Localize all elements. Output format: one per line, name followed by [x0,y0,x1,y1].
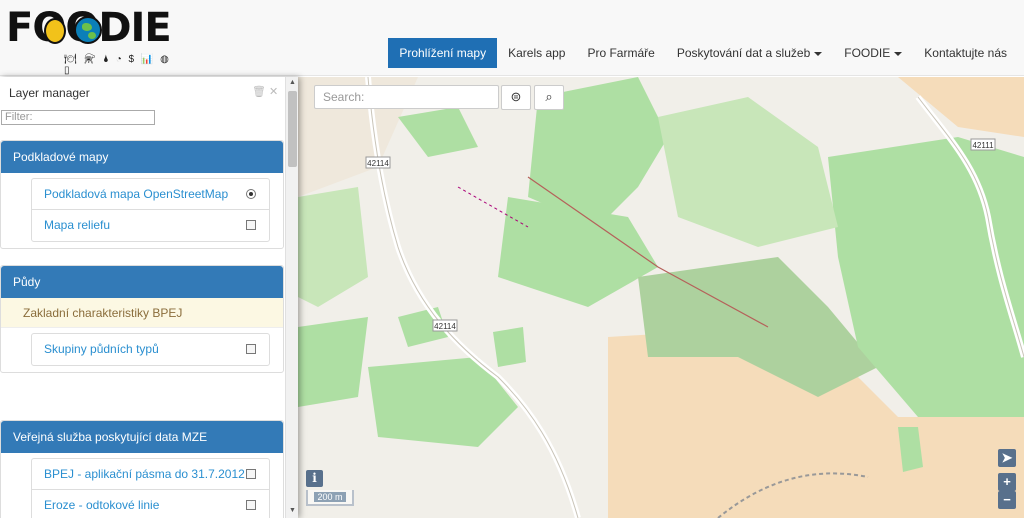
foodie-logo[interactable]: FOODIE 🍽 ⚗ 🌢 ◔ $ 📊 ◍ ▯ [6,6,172,76]
search-options-icon[interactable]: ⊜ [501,85,531,110]
top-navbar: FOODIE 🍽 ⚗ 🌢 ◔ $ 📊 ◍ ▯ Prohlížení mapy K… [0,0,1024,76]
group-heading[interactable]: Veřejná služba poskytující data MZE [1,421,283,453]
vineyard-area [398,107,478,157]
group-subheading[interactable]: Zakladní charakteristiky BPEJ [1,298,283,328]
scale-label: 200 m [314,492,346,502]
layer-item-osm[interactable]: Podkladová mapa OpenStreetMap [32,179,269,210]
layer-group-soils: Půdy Zakladní charakteristiky BPEJ Skupi… [0,265,284,373]
scroll-up-icon[interactable]: ▲ [289,79,296,86]
vineyard-area [498,197,658,307]
map-search-input[interactable]: Search: [314,85,499,109]
vineyard-area [368,357,518,447]
layer-checkbox[interactable] [246,500,256,510]
search-icon[interactable]: ⌕ [534,85,564,110]
layer-list: BPEJ - aplikační pásma do 31.7.2012 Eroz… [31,458,270,518]
main-nav: Prohlížení mapy Karels app Pro Farmáře P… [388,38,1018,68]
nav-item-data-services[interactable]: Poskytování dat a služeb [666,38,833,68]
vineyard-area [493,327,526,367]
layer-radio[interactable] [246,189,256,199]
layer-list: Skupiny půdních typů [31,333,270,366]
layer-manager-panel: Layer manager 🗑 ✕ Filter: Podkladové map… [0,77,298,518]
layer-panel-scrollbar[interactable]: ▲ ▼ [285,77,298,518]
layer-checkbox[interactable] [246,469,256,479]
vineyard-area [658,97,838,247]
layer-group-basemaps: Podkladové mapy Podkladová mapa OpenStre… [0,140,284,249]
caret-down-icon [894,51,903,56]
zoom-out-button[interactable]: − [998,491,1016,509]
layer-list: Podkladová mapa OpenStreetMap Mapa relie… [31,178,270,242]
map-canvas[interactable]: 42114 42114 42111 Search: ⊜ ⌕ ➤ + − i 20… [298,77,1024,518]
locate-icon[interactable]: ➤ [998,449,1016,467]
scroll-down-icon[interactable]: ▼ [289,507,296,514]
vineyard-area [298,317,368,407]
trash-icon[interactable]: 🗑 [252,86,266,98]
close-icon[interactable]: ✕ [269,86,278,98]
group-heading[interactable]: Půdy [1,266,283,298]
layer-label: Skupiny půdních typů [44,342,159,356]
layer-manager-tools: 🗑 ✕ [252,85,278,98]
nav-item-karels-app[interactable]: Karels app [497,38,576,68]
scale-bar: 200 m [306,490,354,506]
zoom-in-button[interactable]: + [998,473,1016,491]
group-heading[interactable]: Podkladové mapy [1,141,283,173]
caret-down-icon [814,51,823,56]
layer-label: Mapa reliefu [44,218,111,232]
layer-label: Podkladová mapa OpenStreetMap [44,187,229,201]
layer-filter-input[interactable]: Filter: [1,110,155,125]
layer-item-erosion-lines[interactable]: Eroze - odtokové linie [32,490,269,518]
nav-item-foodie-label: FOODIE [844,46,891,60]
globe-icon [74,16,102,44]
layer-group-mze-service: Veřejná služba poskytující data MZE BPEJ… [0,420,284,518]
layer-manager-title: Layer manager [9,86,90,100]
info-icon[interactable]: i [306,470,323,487]
nav-item-data-services-label: Poskytování dat a služeb [676,46,811,60]
nav-item-foodie[interactable]: FOODIE [833,38,913,68]
nav-item-contact[interactable]: Kontaktujte nás [913,38,1018,68]
logo-icon-strip: 🍽 ⚗ 🌢 ◔ $ 📊 ◍ ▯ [64,54,171,76]
vineyard-area [298,187,368,307]
wheat-icon [44,18,66,44]
layer-item-bpej-zones[interactable]: BPEJ - aplikační pásma do 31.7.2012 [32,459,269,490]
layer-checkbox[interactable] [246,344,256,354]
layer-item-soil-types[interactable]: Skupiny půdních typů [32,334,269,365]
layer-label: BPEJ - aplikační pásma do 31.7.2012 [44,467,245,481]
farmland-area [898,77,1024,137]
scroll-thumb[interactable] [288,91,297,167]
layer-item-relief[interactable]: Mapa reliefu [32,210,269,241]
layer-checkbox[interactable] [246,220,256,230]
nav-item-for-farmers[interactable]: Pro Farmáře [576,38,665,68]
map-tiles [298,77,1024,518]
nav-item-map-view[interactable]: Prohlížení mapy [388,38,498,68]
layer-label: Eroze - odtokové linie [44,498,160,512]
